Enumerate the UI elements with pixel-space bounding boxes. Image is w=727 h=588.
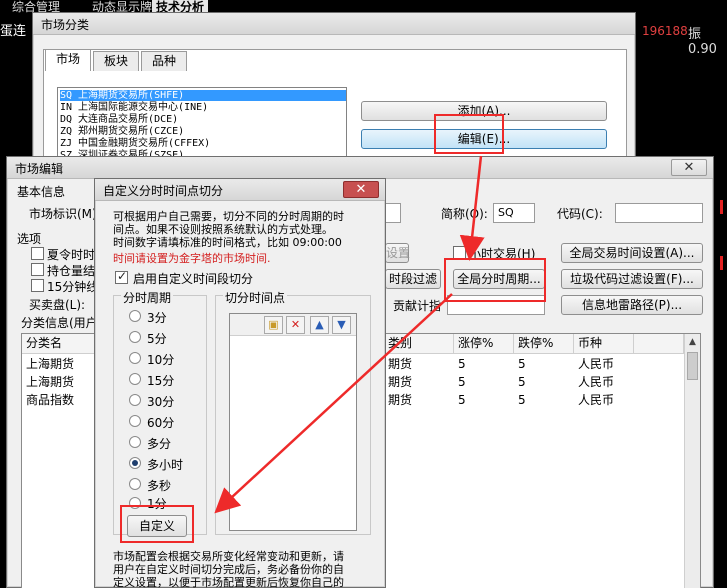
annotation-arrows [214,155,485,514]
arrow-edit-to-period [459,155,485,261]
arrow-period-to-custom [214,293,453,514]
